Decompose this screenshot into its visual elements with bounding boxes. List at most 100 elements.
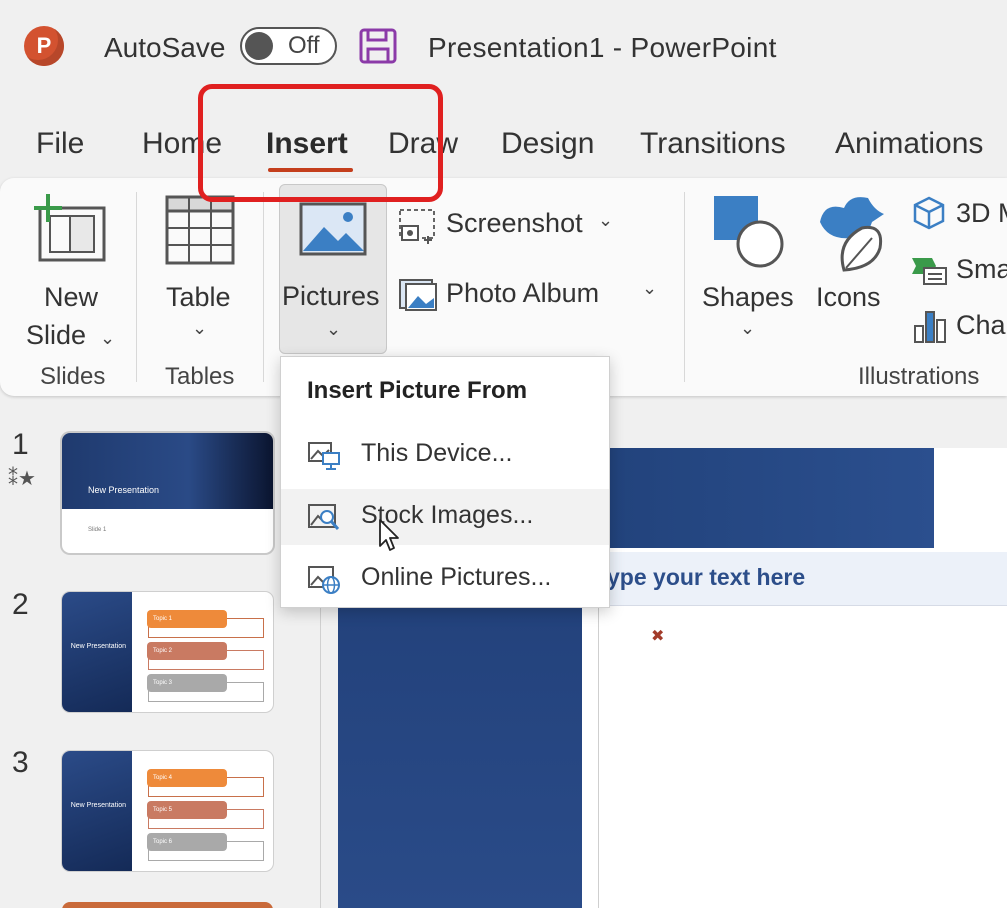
new-slide-button[interactable]: New Slide ⌄ bbox=[14, 184, 126, 354]
thumb-title-band bbox=[62, 433, 273, 509]
insert-picture-dropdown: Insert Picture From This Device... Stock… bbox=[280, 356, 610, 608]
slide-title-band bbox=[608, 448, 934, 548]
icons-icon bbox=[820, 197, 884, 272]
menu-item-label: Online Pictures... bbox=[361, 563, 552, 591]
chart-button[interactable]: Cha bbox=[910, 306, 1007, 346]
mouse-cursor-icon bbox=[379, 519, 399, 551]
shapes-icon bbox=[714, 196, 784, 268]
topic-row: Topic 6 bbox=[147, 833, 264, 861]
slide-number: 2 bbox=[12, 588, 29, 621]
chevron-down-icon: ⌄ bbox=[326, 319, 342, 339]
topic-pill: Topic 2 bbox=[147, 642, 227, 660]
stock-images-icon bbox=[308, 504, 340, 530]
powerpoint-logo-icon: P bbox=[24, 26, 64, 66]
chart-icon bbox=[914, 311, 946, 343]
chevron-down-icon: ⌄ bbox=[100, 328, 116, 348]
menu-item-label: This Device... bbox=[361, 439, 513, 467]
group-separator bbox=[684, 192, 685, 382]
animation-star-icon: ⁑★ bbox=[8, 468, 36, 490]
picture-icon bbox=[299, 202, 367, 256]
photo-album-icon bbox=[399, 279, 437, 311]
group-label-slides: Slides bbox=[40, 363, 106, 390]
toggle-knob bbox=[245, 32, 273, 60]
save-icon[interactable] bbox=[358, 27, 398, 65]
tab-transitions[interactable]: Transitions bbox=[640, 127, 786, 161]
slide-thumbnail-1[interactable]: New Presentation Slide 1 bbox=[62, 433, 273, 553]
chevron-down-icon: ⌄ bbox=[598, 210, 614, 230]
shapes-label: Shapes bbox=[702, 282, 794, 312]
icons-button[interactable]: Icons bbox=[810, 184, 896, 354]
online-pictures-icon bbox=[308, 566, 340, 594]
new-slide-icon bbox=[34, 194, 106, 262]
slide-number: 1 bbox=[12, 428, 29, 461]
slide-thumbnail-3[interactable]: New Presentation Topic 4 Topic 5 Topic 6 bbox=[62, 751, 273, 871]
thumb-left-title: New Presentation bbox=[70, 643, 126, 650]
smartart-button[interactable]: Sma bbox=[910, 250, 1007, 290]
smartart-text-pane[interactable]: ype your text here ✖ bbox=[598, 552, 1007, 908]
pictures-button[interactable]: Pictures ⌄ bbox=[279, 184, 387, 354]
thumb-left-panel bbox=[62, 592, 132, 712]
slide-thumbnail-4[interactable] bbox=[62, 902, 273, 908]
chevron-down-icon: ⌄ bbox=[642, 278, 658, 298]
close-icon[interactable]: ✖ bbox=[651, 626, 664, 646]
slide-thumbnail-2[interactable]: New Presentation Topic 1 Topic 2 Topic 3 bbox=[62, 592, 273, 712]
menu-item-this-device[interactable]: This Device... bbox=[281, 427, 609, 483]
annotation-highlight-box bbox=[198, 84, 443, 202]
slide-number: 3 bbox=[12, 746, 29, 779]
shapes-button[interactable]: Shapes ⌄ bbox=[698, 184, 802, 354]
menu-item-stock-images[interactable]: Stock Images... bbox=[281, 489, 609, 545]
photo-album-label: Photo Album bbox=[446, 278, 600, 308]
topic-row: Topic 3 bbox=[147, 674, 264, 702]
group-separator bbox=[136, 192, 137, 382]
tab-design[interactable]: Design bbox=[501, 127, 594, 161]
table-icon bbox=[165, 195, 235, 265]
smartart-icon bbox=[912, 258, 947, 285]
chart-label: Cha bbox=[956, 310, 1006, 340]
topic-row: Topic 5 bbox=[147, 801, 264, 829]
autosave-label: AutoSave bbox=[104, 32, 226, 63]
thumb-title: New Presentation bbox=[88, 485, 160, 495]
topic-row: Topic 1 bbox=[147, 610, 264, 638]
text-pane-placeholder: ype your text here bbox=[607, 564, 806, 590]
new-slide-label-2: Slide bbox=[26, 320, 87, 350]
smartart-label: Sma bbox=[956, 254, 1007, 284]
device-picture-icon bbox=[308, 442, 340, 470]
topic-row: Topic 2 bbox=[147, 642, 264, 670]
3d-models-button[interactable]: 3D M bbox=[910, 194, 1007, 234]
document-title: Presentation1 - PowerPoint bbox=[428, 32, 777, 63]
screenshot-label: Screenshot bbox=[446, 208, 583, 238]
slide-left-panel bbox=[338, 608, 582, 908]
topic-pill: Topic 5 bbox=[147, 801, 227, 819]
screenshot-button[interactable]: Screenshot ⌄ bbox=[396, 204, 626, 246]
topic-row: Topic 4 bbox=[147, 769, 264, 797]
topic-pill: Topic 3 bbox=[147, 674, 227, 692]
autosave-state: Off bbox=[288, 32, 320, 59]
autosave-toggle[interactable]: Off bbox=[240, 27, 337, 65]
chevron-down-icon: ⌄ bbox=[740, 318, 756, 338]
screenshot-icon bbox=[399, 209, 435, 244]
thumb-subtitle: Slide 1 bbox=[88, 527, 107, 533]
group-label-tables: Tables bbox=[165, 363, 235, 390]
3d-models-label: 3D M bbox=[956, 198, 1007, 228]
menu-item-online-pictures[interactable]: Online Pictures... bbox=[281, 551, 609, 607]
topic-pill: Topic 4 bbox=[147, 769, 227, 787]
thumb-left-panel bbox=[62, 751, 132, 871]
tab-file[interactable]: File bbox=[36, 127, 84, 161]
new-slide-label-1: New bbox=[44, 282, 99, 312]
group-separator bbox=[263, 192, 264, 382]
topic-pill: Topic 6 bbox=[147, 833, 227, 851]
icons-label: Icons bbox=[816, 282, 881, 312]
table-button[interactable]: Table ⌄ bbox=[150, 184, 250, 354]
pictures-label: Pictures bbox=[282, 281, 380, 311]
chevron-down-icon: ⌄ bbox=[192, 318, 208, 338]
title-bar: P AutoSave Off Presentation1 - PowerPoin… bbox=[0, 0, 1007, 96]
dropdown-title: Insert Picture From bbox=[307, 377, 528, 404]
topic-pill: Topic 1 bbox=[147, 610, 227, 628]
photo-album-button[interactable]: Photo Album ⌄ bbox=[396, 274, 666, 316]
thumb-left-title: New Presentation bbox=[70, 802, 126, 809]
group-label-illustrations: Illustrations bbox=[858, 363, 980, 390]
table-label: Table bbox=[166, 282, 231, 312]
tab-animations[interactable]: Animations bbox=[835, 127, 983, 161]
ribbon-tabs: File Home Insert Draw Design Transitions… bbox=[0, 100, 1007, 180]
text-pane-header: ype your text here bbox=[599, 552, 1007, 606]
